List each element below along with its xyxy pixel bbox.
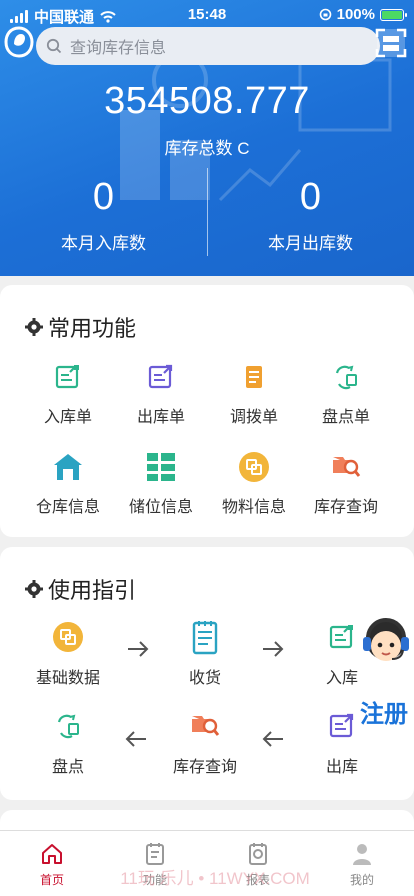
gear-icon (25, 580, 43, 598)
stock-search-icon (192, 716, 220, 736)
battery-percent: 100% (336, 6, 375, 23)
usage-guide-title: 使用指引 (24, 573, 136, 605)
base-data-icon (53, 622, 83, 652)
func-stock-search[interactable]: 库存查询 (296, 451, 396, 517)
func-inventory-check-doc[interactable]: 盘点单 (296, 361, 396, 427)
header-banner: 中国联通 15:48 100% 查询库存信息 354508.777 库存总数 C… (0, 0, 414, 276)
register-button[interactable]: 注册 (360, 694, 408, 729)
guide-receive[interactable]: 收货 (155, 620, 255, 688)
stock-total-value: 354508.777 (104, 80, 310, 122)
guide-stock-search[interactable]: 库存查询 (155, 709, 255, 777)
inbound-doc-icon (55, 365, 79, 389)
month-inbound-value: 0 (92, 176, 115, 218)
stock-total-label[interactable]: 库存总数 C (0, 134, 414, 159)
inbound-icon (329, 625, 353, 649)
location-grid-icon (147, 453, 175, 481)
func-outbound-doc[interactable]: 出库单 (111, 361, 211, 427)
tab-home[interactable]: 首页 (0, 841, 104, 888)
outbound-doc-icon (148, 364, 173, 389)
func-warehouse-info[interactable]: 仓库信息 (18, 451, 118, 517)
common-functions-title: 常用功能 (24, 311, 136, 343)
app-logo[interactable] (4, 26, 34, 58)
usage-guide-card: 使用指引 基础数据 收货 入库 盘点 库存查询 出库 (0, 547, 414, 800)
arrow-right-icon (263, 641, 284, 657)
battery-icon (380, 8, 407, 21)
func-material-info[interactable]: 物料信息 (204, 451, 304, 517)
report-icon (249, 843, 267, 865)
arrow-left-icon (262, 731, 283, 747)
func-location-info[interactable]: 储位信息 (111, 451, 211, 517)
warehouse-icon (54, 454, 82, 480)
month-inbound-label: 本月入库数 (61, 234, 146, 253)
search-icon (46, 38, 62, 54)
stock-search-icon (333, 457, 361, 477)
outbound-icon (329, 713, 354, 738)
month-inbound-stat: 0 本月入库数 (0, 175, 207, 254)
orientation-lock-icon (319, 8, 331, 21)
common-functions-card: 常用功能 入库单 出库单 调拨单 盘点单 仓库信息 储位信息 物料信息 库存查询 (0, 285, 414, 537)
arrow-left-icon (125, 731, 146, 747)
status-bar: 中国联通 15:48 100% (0, 0, 414, 30)
month-outbound-stat: 0 本月出库数 (207, 175, 414, 254)
guide-base-data[interactable]: 基础数据 (18, 620, 118, 688)
month-outbound-value: 0 (299, 176, 322, 218)
transfer-doc-icon (246, 366, 262, 388)
month-outbound-label: 本月出库数 (268, 234, 353, 253)
user-icon (353, 844, 371, 865)
receive-icon (192, 621, 218, 655)
inventory-check-icon (57, 714, 79, 739)
arrow-right-icon (128, 641, 149, 657)
material-icon (239, 452, 269, 482)
customer-service-avatar-icon[interactable] (358, 612, 414, 672)
gear-icon (25, 318, 43, 336)
func-transfer-doc[interactable]: 调拨单 (204, 361, 304, 427)
home-icon (42, 844, 62, 864)
func-inbound-doc[interactable]: 入库单 (18, 361, 118, 427)
search-input[interactable]: 查询库存信息 (36, 27, 380, 65)
guide-inventory-check[interactable]: 盘点 (18, 709, 118, 777)
inventory-check-icon (335, 365, 357, 390)
search-placeholder: 查询库存信息 (70, 40, 167, 57)
watermark-text: 11玩 乐儿 • 11WYX.COM (120, 869, 310, 888)
function-icon (146, 843, 164, 865)
scan-icon[interactable] (374, 26, 408, 60)
